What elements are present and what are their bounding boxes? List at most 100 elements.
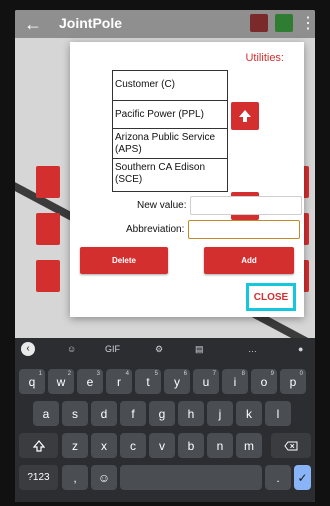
key-m[interactable]: m (236, 433, 262, 458)
emoji-icon: ☺ (97, 470, 111, 485)
keyboard-row-4: ?123 , ☺ . ✓ (15, 465, 315, 493)
enter-key[interactable]: ✓ (294, 465, 311, 490)
list-item-label: Arizona Public Service (APS) (115, 132, 216, 155)
key-f[interactable]: f (120, 401, 146, 426)
list-item[interactable]: Customer (C) (113, 71, 227, 101)
key-label: i (233, 374, 237, 389)
comma-key[interactable]: , (62, 465, 88, 490)
key-o[interactable]: o 9 (251, 369, 277, 394)
key-label: t (146, 374, 150, 389)
check-icon: ✓ (297, 470, 308, 485)
key-b[interactable]: b (178, 433, 204, 458)
list-item[interactable]: Pacific Power (PPL) (113, 101, 227, 129)
key-number: 9 (270, 371, 274, 377)
key-y[interactable]: y 6 (164, 369, 190, 394)
soft-keyboard: ‹ ☺ GIF ⚙ ▤ … ● q 1 w 2 e 3 r 4 t 5 y 6 … (15, 338, 315, 502)
key-number: 1 (38, 371, 42, 377)
key-s[interactable]: s (62, 401, 88, 426)
app-screen: ← JointPole ⋮ Utilities: Customer (C) Pa… (15, 10, 315, 502)
key-label: u (202, 374, 210, 389)
keyboard-row-3: z x c v b n m (15, 433, 315, 461)
emoji-sticker-icon[interactable]: ☺ (67, 344, 76, 354)
collapse-icon[interactable]: ‹ (21, 342, 35, 356)
abbreviation-label: Abbreviation: (126, 224, 185, 235)
move-up-button[interactable] (231, 102, 259, 130)
list-item-label: Pacific Power (PPL) (115, 109, 204, 120)
key-label: o (260, 374, 268, 389)
key-l[interactable]: l (265, 401, 291, 426)
phone-frame: ← JointPole ⋮ Utilities: Customer (C) Pa… (0, 0, 330, 506)
key-number: 2 (67, 371, 71, 377)
keyboard-row-1: q 1 w 2 e 3 r 4 t 5 y 6 u 7 i 8 o 9 p 0 (15, 369, 315, 397)
key-r[interactable]: r 4 (106, 369, 132, 394)
more-icon[interactable]: … (248, 344, 257, 354)
symbols-key[interactable]: ?123 (19, 465, 58, 490)
list-item[interactable]: Arizona Public Service (APS) (113, 129, 227, 159)
key-a[interactable]: a (33, 401, 59, 426)
key-k[interactable]: k (236, 401, 262, 426)
space-key[interactable] (120, 465, 262, 490)
key-q[interactable]: q 1 (19, 369, 45, 394)
key-e[interactable]: e 3 (77, 369, 103, 394)
more-vert-icon[interactable]: ⋮ (300, 13, 315, 33)
key-c[interactable]: c (120, 433, 146, 458)
key-i[interactable]: i 8 (222, 369, 248, 394)
close-button[interactable]: CLOSE (246, 283, 296, 311)
key-number: 5 (154, 371, 158, 377)
settings-icon[interactable]: ⚙ (155, 344, 163, 355)
key-label: e (86, 374, 94, 389)
key-label: r (117, 374, 121, 389)
key-t[interactable]: t 5 (135, 369, 161, 394)
gif-button[interactable]: GIF (105, 344, 120, 354)
key-v[interactable]: v (149, 433, 175, 458)
dialog-title: Utilities: (245, 52, 284, 64)
new-value-field[interactable] (190, 196, 302, 215)
shift-icon (32, 439, 45, 452)
key-p[interactable]: p 0 (280, 369, 306, 394)
clipboard-icon[interactable]: ▤ (195, 344, 204, 355)
arrow-up-icon (239, 110, 251, 122)
keyboard-row-2: a s d f g h j k l (15, 401, 315, 429)
location-pin-icon[interactable] (275, 14, 293, 32)
new-value-label: New value: (137, 200, 187, 211)
key-n[interactable]: n (207, 433, 233, 458)
key-g[interactable]: g (149, 401, 175, 426)
key-number: 6 (183, 371, 187, 377)
backspace-icon (284, 441, 298, 450)
key-number: 3 (96, 371, 100, 377)
add-button[interactable]: Add (204, 247, 294, 274)
key-label: q (28, 374, 36, 389)
back-arrow-icon[interactable]: ← (24, 14, 42, 34)
key-number: 0 (299, 371, 303, 377)
shift-key[interactable] (19, 433, 58, 458)
key-label: p (289, 374, 297, 389)
utilities-list[interactable]: Customer (C) Pacific Power (PPL) Arizona… (112, 70, 228, 192)
list-item[interactable]: Southern CA Edison (SCE) (113, 159, 227, 189)
key-number: 8 (241, 371, 245, 377)
map-icon[interactable] (250, 14, 268, 32)
key-w[interactable]: w 2 (48, 369, 74, 394)
app-bar: ← JointPole ⋮ (15, 10, 315, 38)
key-u[interactable]: u 7 (193, 369, 219, 394)
emoji-key[interactable]: ☺ (91, 465, 117, 490)
keyboard-toolbar: ‹ ☺ GIF ⚙ ▤ … ● (15, 338, 315, 362)
key-z[interactable]: z (62, 433, 88, 458)
delete-button[interactable]: Delete (80, 247, 168, 274)
key-j[interactable]: j (207, 401, 233, 426)
key-number: 7 (212, 371, 216, 377)
key-label: w (56, 374, 66, 389)
backspace-key[interactable] (271, 433, 311, 458)
key-h[interactable]: h (178, 401, 204, 426)
background-button (36, 166, 60, 198)
list-item-label: Customer (C) (115, 79, 176, 90)
key-x[interactable]: x (91, 433, 117, 458)
abbreviation-field[interactable] (188, 220, 300, 239)
list-item-label: Southern CA Edison (SCE) (115, 162, 206, 185)
key-d[interactable]: d (91, 401, 117, 426)
mic-icon[interactable]: ● (298, 344, 303, 354)
period-key[interactable]: . (265, 465, 291, 490)
utilities-dialog: Utilities: Customer (C) Pacific Power (P… (70, 42, 304, 317)
app-title: JointPole (59, 15, 123, 31)
key-label: y (174, 374, 180, 389)
key-number: 4 (125, 371, 129, 377)
